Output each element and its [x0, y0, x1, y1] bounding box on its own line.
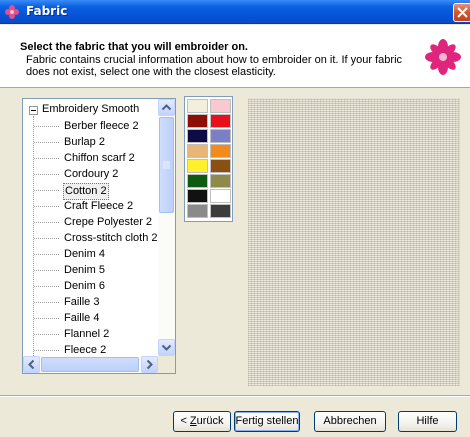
tree-item-label: Flannel 2 — [64, 328, 110, 340]
arrow-right-icon — [146, 359, 153, 370]
tree-connector — [34, 334, 59, 335]
tree-connector — [34, 142, 59, 143]
color-swatch[interactable] — [210, 99, 231, 113]
tree-root-label: Embroidery Smooth — [42, 103, 140, 115]
close-button[interactable] — [453, 3, 470, 22]
color-swatch[interactable] — [210, 114, 231, 128]
tree-connector — [34, 350, 59, 351]
fabric-app-icon — [5, 5, 19, 19]
color-swatch[interactable] — [187, 189, 208, 203]
tree-connector — [34, 302, 59, 303]
color-swatch[interactable] — [210, 189, 231, 203]
tree-item-label: Faille 4 — [64, 312, 100, 324]
header-title: Select the fabric that you will embroide… — [20, 41, 248, 53]
color-swatch[interactable] — [210, 204, 231, 218]
fabric-tree-content: Embroidery Smooth Berber fleece 2 Burlap … — [23, 99, 158, 356]
collapse-icon[interactable] — [29, 106, 38, 115]
scroll-left-button[interactable] — [23, 356, 40, 373]
help-button[interactable]: Hilfe — [398, 411, 457, 432]
color-swatch[interactable] — [187, 174, 208, 188]
tree-item-label: Cordoury 2 — [64, 168, 119, 180]
scroll-down-button[interactable] — [158, 339, 175, 356]
wizard-header: Select the fabric that you will embroide… — [0, 25, 470, 88]
tree-item-label: Fleece 2 — [64, 344, 107, 356]
tree-connector — [34, 190, 59, 191]
tree-item-label: Denim 5 — [64, 264, 105, 276]
tree-item-label: Denim 6 — [64, 280, 105, 292]
fabric-tree[interactable]: Embroidery Smooth Berber fleece 2 Burlap … — [22, 98, 176, 374]
color-swatch[interactable] — [187, 144, 208, 158]
title-bar[interactable]: Fabric — [0, 0, 470, 24]
tree-item-label: Chiffon scarf 2 — [64, 152, 135, 164]
tree-connector — [34, 158, 59, 159]
color-swatch[interactable] — [187, 204, 208, 218]
tree-item-label: Denim 4 — [64, 248, 105, 260]
color-swatch[interactable] — [187, 114, 208, 128]
tree-connector — [34, 222, 59, 223]
header-description: Fabric contains crucial information abou… — [26, 54, 403, 78]
tree-item-label: Berber fleece 2 — [64, 120, 139, 132]
footer-divider — [0, 395, 470, 397]
tree-vertical-scrollbar[interactable] — [158, 99, 175, 356]
close-icon — [457, 7, 468, 18]
scroll-right-button[interactable] — [141, 356, 158, 373]
color-swatch[interactable] — [210, 159, 231, 173]
back-button[interactable]: < Zurück — [173, 411, 231, 432]
tree-item-label: Craft Fleece 2 — [64, 200, 134, 212]
tree-connector — [34, 254, 59, 255]
back-button-label: urück — [196, 415, 224, 427]
color-swatch[interactable] — [187, 159, 208, 173]
scroll-thumb[interactable] — [159, 117, 174, 213]
tree-connector — [34, 206, 59, 207]
tree-item-label: Crepe Polyester 2 — [64, 216, 153, 228]
back-button-mnemonic: Z — [189, 415, 197, 427]
tree-connector — [34, 318, 59, 319]
tree-connector — [34, 238, 59, 239]
tree-item-label: Faille 3 — [64, 296, 100, 308]
tree-horizontal-scrollbar[interactable] — [23, 356, 158, 373]
color-swatch[interactable] — [210, 144, 231, 158]
window-title: Fabric — [26, 4, 68, 18]
flower-logo-icon — [425, 39, 461, 75]
color-palette[interactable] — [184, 96, 233, 222]
color-swatch[interactable] — [210, 174, 231, 188]
tree-item-label: Cotton 2 — [63, 183, 109, 200]
color-swatch[interactable] — [187, 129, 208, 143]
tree-connector — [34, 126, 59, 127]
tree-connector — [34, 174, 59, 175]
tree-connector — [34, 286, 59, 287]
tree-item-label: Cross-stitch cloth 2 — [64, 232, 158, 244]
arrow-down-icon — [161, 344, 172, 351]
tree-connector-line — [33, 116, 34, 356]
scrollbar-corner — [158, 356, 175, 373]
arrow-left-icon — [28, 359, 35, 370]
cancel-button[interactable]: Abbrechen — [314, 411, 386, 432]
fabric-preview-image — [248, 98, 460, 386]
tree-item-label: Burlap 2 — [64, 136, 105, 148]
color-swatch[interactable] — [210, 129, 231, 143]
finish-button[interactable]: Fertig stellen — [234, 411, 300, 432]
grip-icon — [163, 161, 170, 169]
back-button-prefix: < — [180, 415, 190, 427]
scroll-up-button[interactable] — [158, 99, 175, 116]
arrow-up-icon — [161, 104, 172, 111]
scroll-thumb-horizontal[interactable] — [41, 357, 139, 372]
tree-connector — [34, 270, 59, 271]
color-swatch[interactable] — [187, 99, 208, 113]
